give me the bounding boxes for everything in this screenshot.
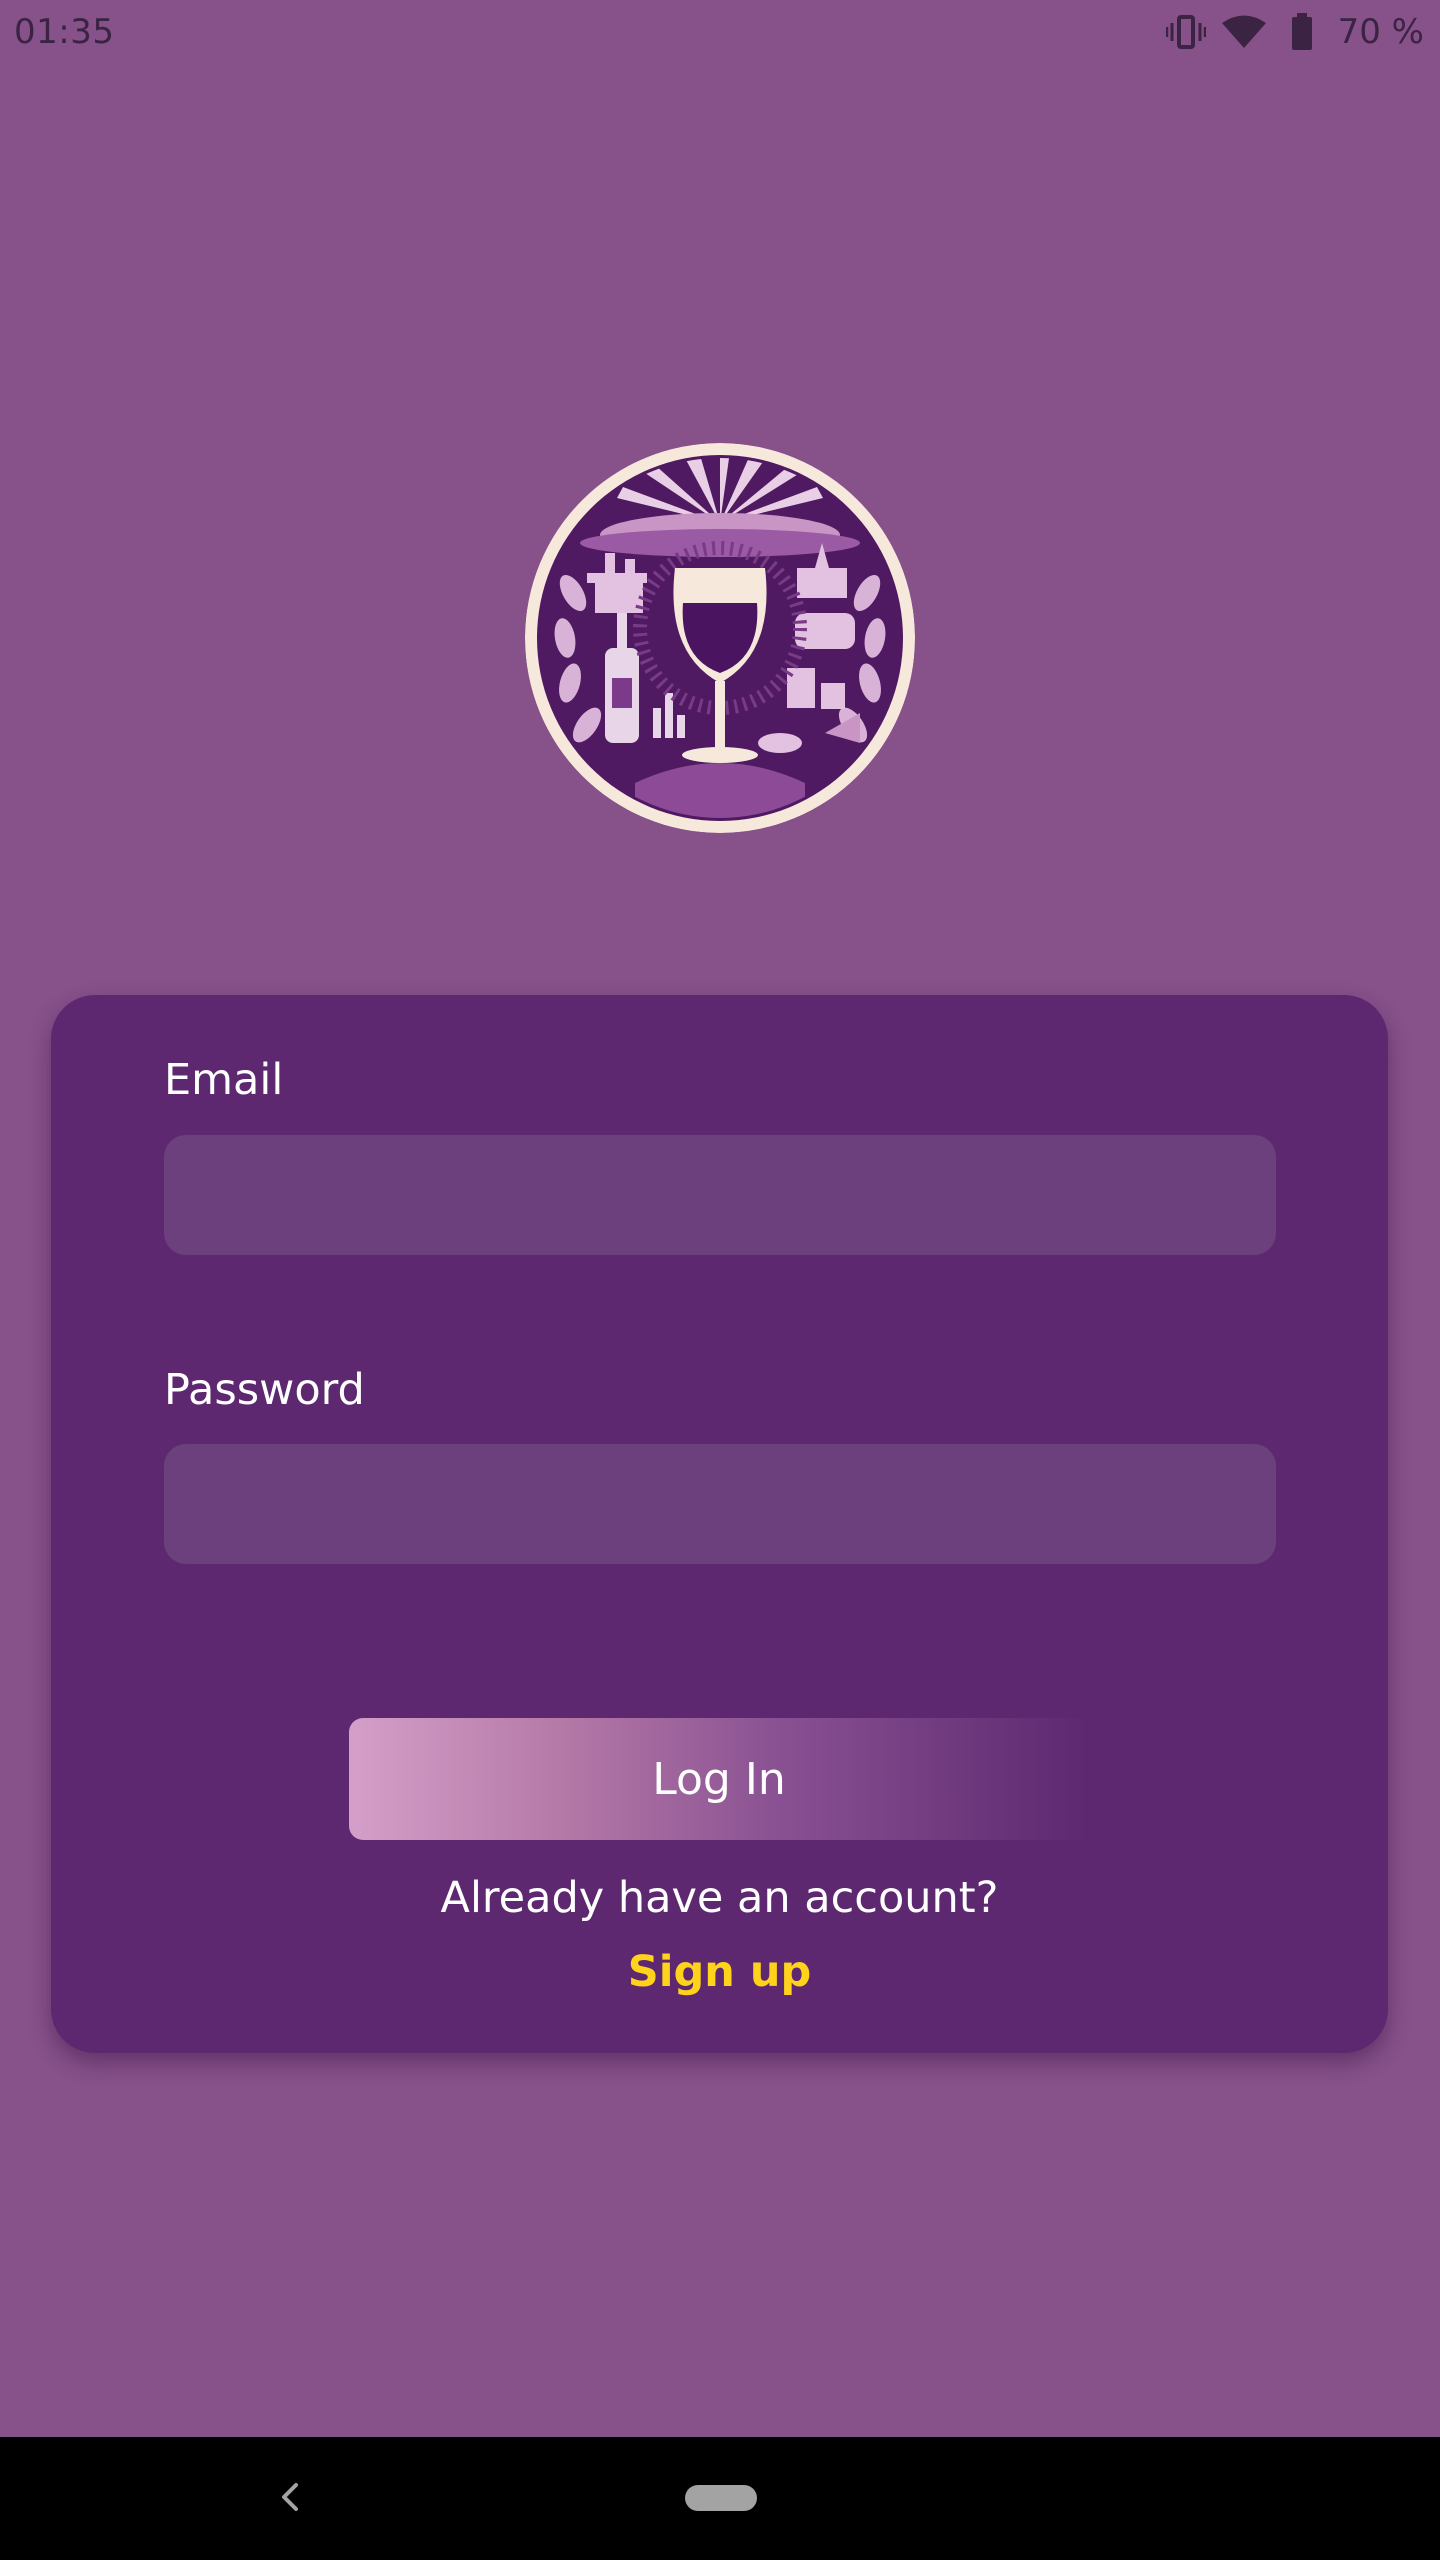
login-button[interactable]: Log In <box>349 1718 1089 1840</box>
battery-percentage: 70 % <box>1337 12 1424 52</box>
wifi-icon <box>1221 10 1266 54</box>
password-field[interactable] <box>164 1444 1276 1564</box>
signup-link[interactable]: Sign up <box>51 1947 1388 1997</box>
navigation-bar <box>0 2437 1440 2560</box>
home-pill-icon[interactable] <box>685 2485 757 2511</box>
email-field[interactable] <box>164 1135 1276 1255</box>
vibrate-icon <box>1164 10 1208 54</box>
password-label: Password <box>164 1365 365 1415</box>
back-icon[interactable] <box>270 2477 310 2517</box>
status-time: 01:35 <box>14 12 115 52</box>
app-logo <box>525 443 915 833</box>
wine-glass-emblem-icon <box>525 443 915 833</box>
status-icons: 70 % <box>1164 10 1424 54</box>
status-bar: 01:35 70 % <box>0 0 1440 64</box>
login-card: Email Password Log In Already have an ac… <box>51 995 1388 2053</box>
account-prompt: Already have an account? <box>440 1873 999 1923</box>
battery-icon <box>1280 10 1324 54</box>
email-label: Email <box>164 1055 284 1105</box>
